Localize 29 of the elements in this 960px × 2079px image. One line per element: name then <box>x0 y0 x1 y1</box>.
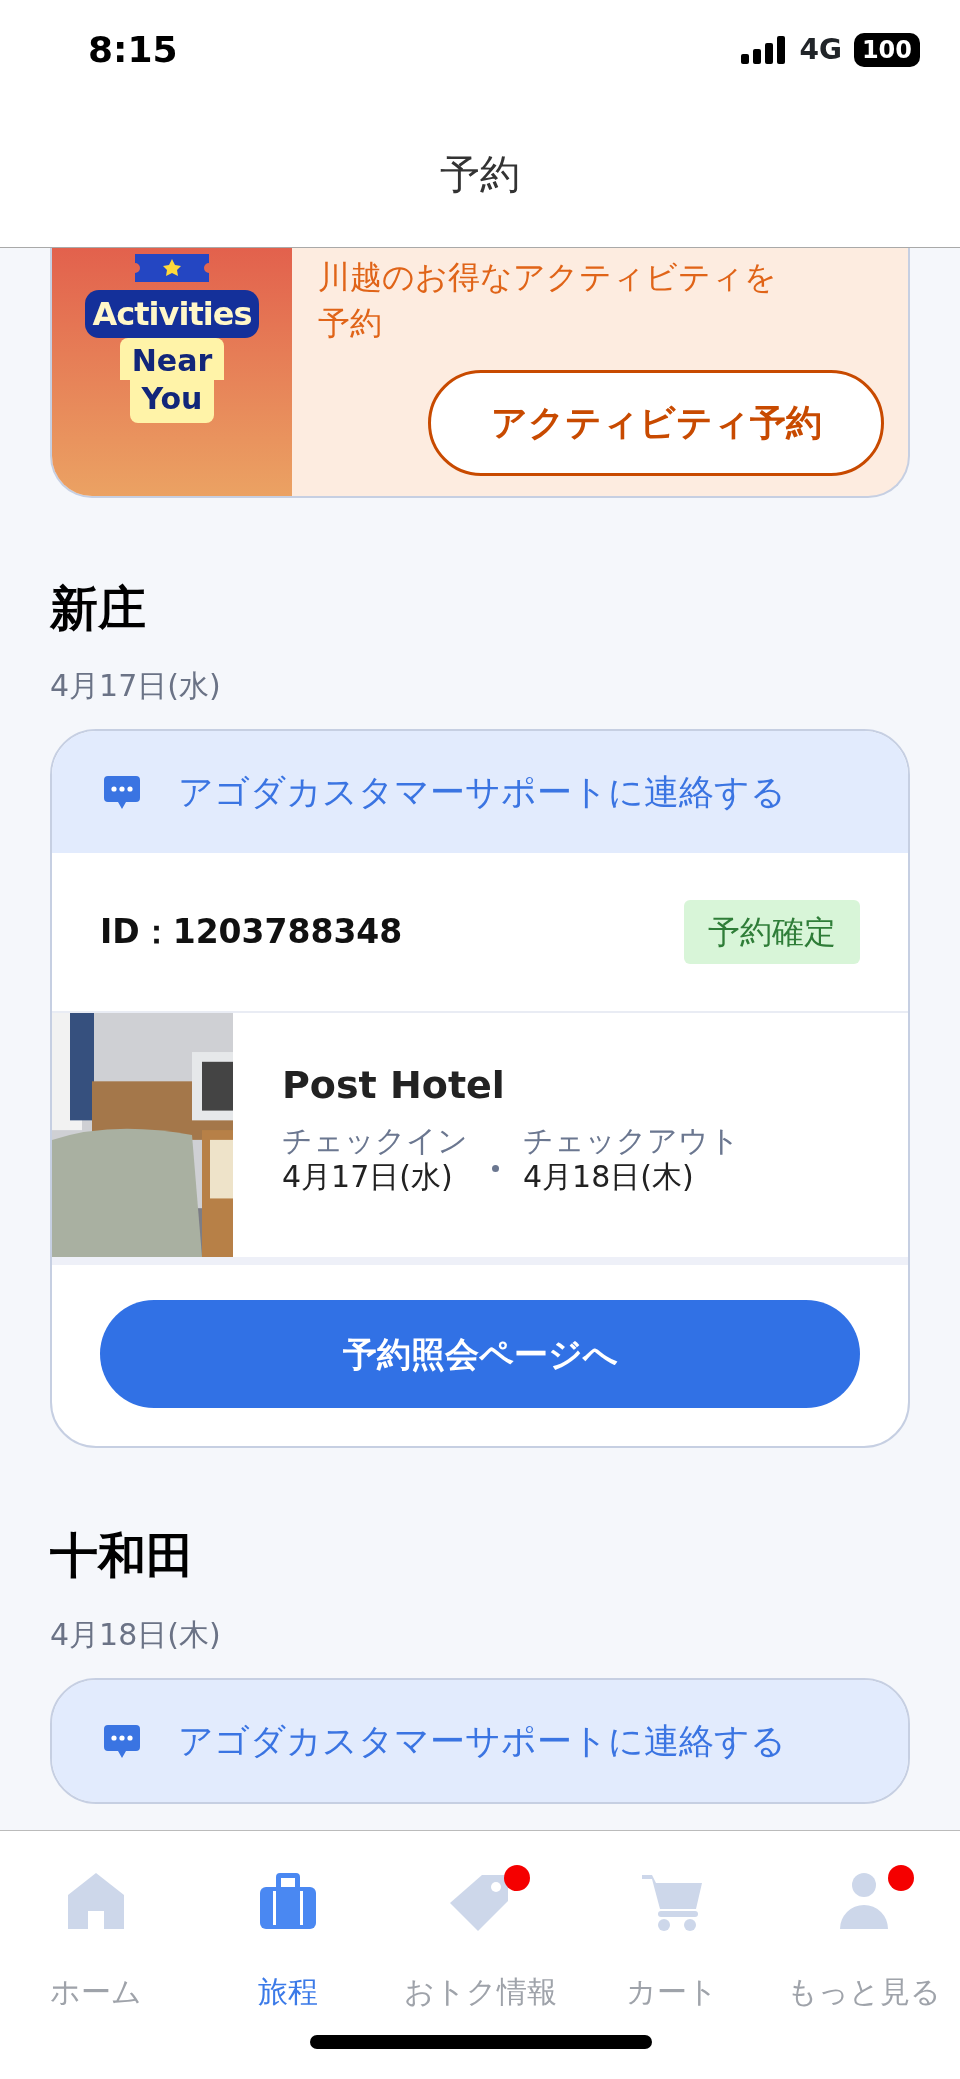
tab-item[interactable]: 旅程 <box>192 1869 384 2079</box>
city-heading: 十和田 <box>50 1526 195 1584</box>
checkout-label: チェックアウト <box>523 1122 740 1159</box>
tab-item[interactable]: もっと見る <box>768 1869 960 2079</box>
promo-title: Activities <box>84 290 260 338</box>
checkin-label: チェックイン <box>282 1122 468 1159</box>
checkout-date: 4月18日(木) <box>523 1158 695 1195</box>
signal-icon <box>741 36 788 64</box>
promo-subtitle: You <box>129 379 215 423</box>
status-time: 8:15 <box>88 28 178 72</box>
city-heading: 新庄 <box>50 579 147 637</box>
booking-details-button[interactable]: 予約照会ページへ <box>100 1300 860 1408</box>
tab-item[interactable]: カート <box>576 1869 768 2079</box>
network-label: 4G <box>799 32 842 68</box>
separator-dot <box>492 1165 499 1173</box>
promo-text: 川越のお得なアクティビティを予約 <box>318 257 778 344</box>
trip-date: 4月17日(水) <box>50 667 222 705</box>
status-label: 予約確定 <box>684 900 860 964</box>
trip-date: 4月18日(木) <box>50 1616 222 1654</box>
support-link[interactable]: アゴダカスタマーサポートに連絡する <box>52 731 908 853</box>
checkin-date: 4月17日(水) <box>282 1158 454 1195</box>
tab-item[interactable]: ホーム <box>0 1869 192 2079</box>
support-link[interactable]: アゴダカスタマーサポートに連絡する <box>52 1680 908 1802</box>
activity-booking-button[interactable]: アクティビティ予約 <box>428 370 884 476</box>
battery-indicator: 100 <box>853 33 920 67</box>
booking-id: ID：1203788348 <box>100 911 403 954</box>
page-title: 予約 <box>440 149 520 199</box>
promo-subtitle: Near <box>119 338 225 380</box>
hotel-name: Post Hotel <box>282 1063 506 1109</box>
